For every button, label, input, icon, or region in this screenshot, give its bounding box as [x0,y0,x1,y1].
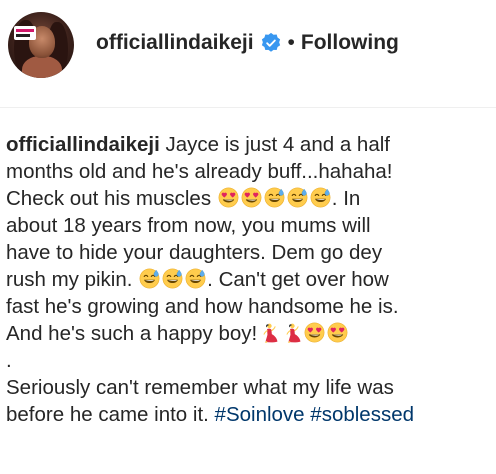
avatar-logo [14,26,36,40]
hashtag-link[interactable]: #Soinlove [215,403,305,426]
caption-text: Jayce is just 4 and a half [159,133,390,156]
caption-text: Check out his muscles [6,187,212,210]
caption-line: officiallindaikeji Jayce is just 4 and a… [6,131,494,158]
caption-author-link[interactable]: officiallindaikeji [6,133,160,156]
header-divider [0,107,496,108]
following-button[interactable]: Following [301,31,399,55]
caption-text: . [6,349,12,372]
hashtag-link[interactable]: #soblessed [310,403,414,426]
caption-text: before he came into it. [6,403,215,426]
caption-text: Seriously can't remember what my life wa… [6,376,394,399]
caption-text: . In [331,187,361,210]
post-header: officiallindaikeji • Following [0,0,496,96]
caption-text: . Can't get over how [207,268,389,291]
caption-text: And he's such a happy boy! [6,322,258,345]
heart-eyes-emoji [304,322,325,343]
caption-text: rush my pikin. [6,268,133,291]
caption-line: about 18 years from now, you mums will [6,212,494,239]
caption-line: have to hide your daughters. Dem go dey [6,239,494,266]
heart-eyes-emoji [327,322,348,343]
caption-line: fast he's growing and how handsome he is… [6,293,494,320]
caption-text: months old and he's already buff...hahah… [6,160,393,183]
caption-line: Seriously can't remember what my life wa… [6,374,494,401]
heart-eyes-emoji [241,187,262,208]
caption-text: have to hide your daughters. Dem go dey [6,241,383,264]
caption-line: rush my pikin. . Can't get over how [6,266,494,293]
sweat-smile-emoji [162,268,183,289]
avatar[interactable] [8,12,74,78]
caption-text: about 18 years from now, you mums will [6,214,371,237]
sweat-smile-emoji [310,187,331,208]
caption-line: months old and he's already buff...hahah… [6,158,494,185]
caption-line: And he's such a happy boy! [6,320,494,347]
heart-eyes-emoji [218,187,239,208]
verified-badge-icon [261,32,280,52]
sweat-smile-emoji [264,187,285,208]
post-caption: officiallindaikeji Jayce is just 4 and a… [6,131,494,428]
dancer-emoji [263,323,278,343]
caption-text: fast he's growing and how handsome he is… [6,295,399,318]
dancer-emoji [286,323,301,343]
instagram-post: officiallindaikeji • Following officiall… [0,0,496,474]
caption-line: Check out his muscles . In [6,185,494,212]
header-username-link[interactable]: officiallindaikeji [96,31,254,55]
caption-line: before he came into it. #Soinlove #soble… [6,401,494,428]
caption-line: . [6,347,494,374]
sweat-smile-emoji [139,268,160,289]
sweat-smile-emoji [185,268,206,289]
header-separator: • [287,31,295,54]
sweat-smile-emoji [287,187,308,208]
header-username-row: officiallindaikeji • Following [96,28,399,58]
